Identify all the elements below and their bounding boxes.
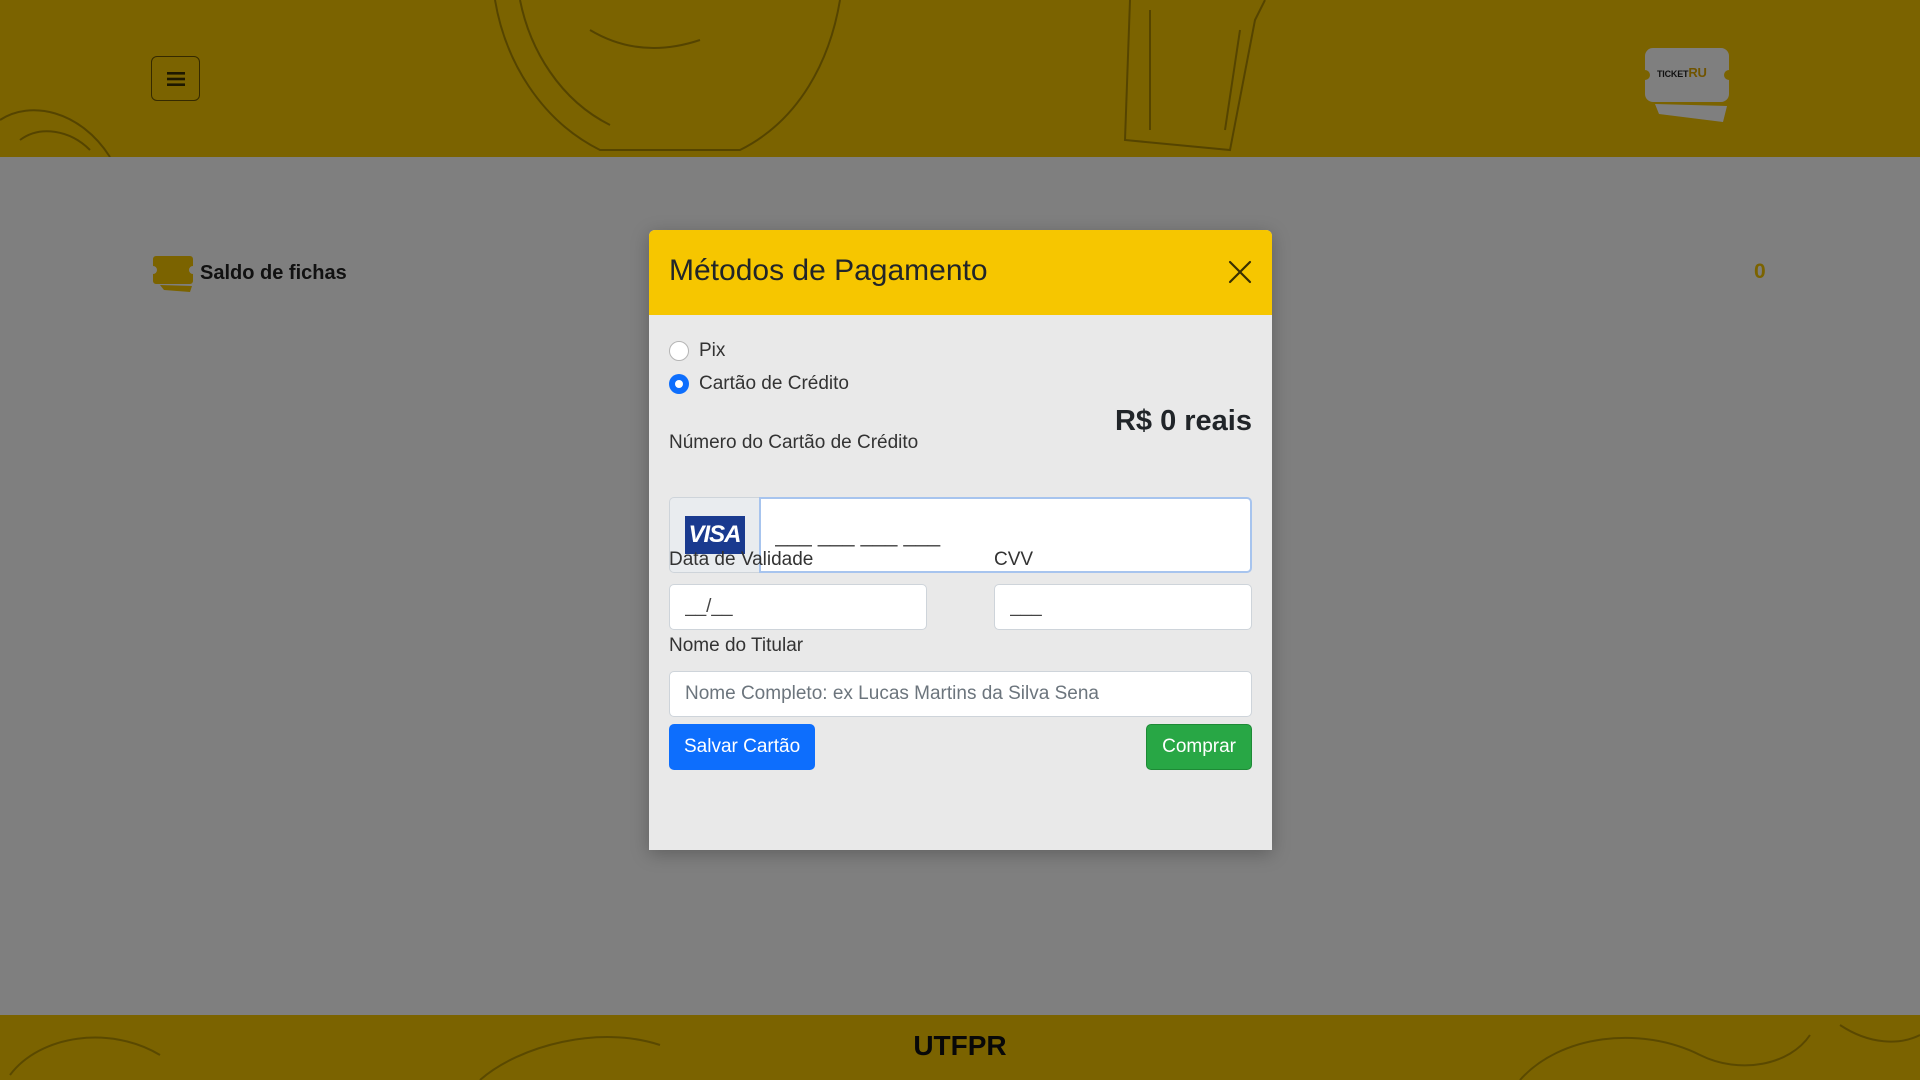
payment-option-pix[interactable]: Pix [669, 340, 725, 362]
cvv-input[interactable] [994, 584, 1252, 630]
amount-display: R$ 0 reais [1114, 405, 1252, 437]
buy-button[interactable]: Comprar [1146, 724, 1252, 770]
credit-card-radio[interactable] [669, 374, 689, 394]
save-card-button[interactable]: Salvar Cartão [669, 724, 816, 770]
holder-name-input[interactable] [669, 671, 1252, 717]
payment-modal: Métodos de Pagamento Pix Cartão de Crédi… [649, 230, 1272, 850]
close-button[interactable] [1226, 258, 1254, 286]
expiry-input[interactable] [669, 584, 927, 630]
modal-header: Métodos de Pagamento [649, 230, 1272, 315]
close-icon [1228, 260, 1252, 284]
modal-title: Métodos de Pagamento [669, 254, 988, 287]
modal-body: Pix Cartão de Crédito R$ 0 reais Número … [649, 315, 1272, 850]
pix-radio[interactable] [669, 341, 689, 361]
pix-label: Pix [699, 340, 726, 361]
credit-card-label: Cartão de Crédito [699, 373, 849, 394]
cvv-label: CVV [994, 549, 1034, 570]
card-number-label: Número do Cartão de Crédito [669, 432, 919, 453]
holder-label: Nome do Titular [669, 635, 804, 656]
payment-option-credit-card[interactable]: Cartão de Crédito [669, 373, 849, 395]
expiry-label: Data de Validade [669, 549, 814, 570]
